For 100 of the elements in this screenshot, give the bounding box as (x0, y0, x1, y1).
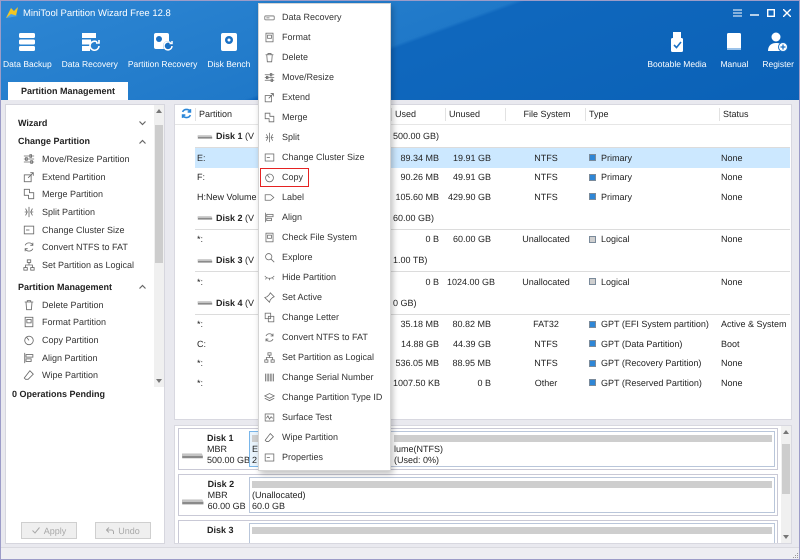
sliders-icon (264, 72, 275, 82)
maximize-icon[interactable] (767, 9, 775, 17)
sidebar-item[interactable]: Split Partition (18, 203, 154, 221)
menu-item[interactable]: Extend (260, 88, 316, 106)
table-cell-text: 500.00 GB) (392, 131, 440, 141)
menu-item[interactable]: Hide Partition (260, 268, 342, 286)
menu-item[interactable]: Delete (260, 48, 314, 66)
sidebar-item[interactable]: Move/Resize Partition (18, 150, 154, 168)
column-header[interactable]: Unused (445, 108, 505, 121)
table-cell-text: 44.39 GB (452, 338, 492, 349)
refresh-icon[interactable] (181, 108, 192, 119)
disk-icon (197, 214, 213, 221)
scrollbar[interactable] (154, 105, 164, 387)
tab[interactable]: Partition Management (8, 82, 128, 100)
sidebar-item[interactable]: Extend Partition (18, 168, 154, 186)
chevron-up-icon[interactable] (139, 284, 146, 290)
window-icon (264, 452, 275, 462)
scroll-up-icon[interactable] (783, 430, 789, 434)
menu-item[interactable]: Surface Test (260, 408, 338, 426)
menu-item[interactable]: Align (260, 208, 308, 226)
toolbar-button[interactable]: Data Recovery (62, 25, 118, 81)
menu-item[interactable]: Check File System (260, 228, 364, 246)
table-cell-text: Unallocated (521, 234, 571, 244)
menu-item[interactable]: Copy (260, 168, 310, 186)
scroll-down-icon[interactable] (156, 379, 162, 383)
partition-block[interactable]: (Unallocated) 60.0 GB (249, 477, 775, 513)
column-header[interactable]: File System (505, 108, 585, 121)
table-cell-text: *: (196, 234, 204, 244)
table-cell-text: None (720, 276, 744, 287)
menu-item[interactable]: Change Serial Number (260, 368, 380, 386)
toolbar-button[interactable]: Partition Recovery (128, 25, 198, 81)
table-cell: Logical (601, 276, 630, 287)
section-header[interactable]: Partition Management (18, 282, 112, 292)
disk-name: Disk 3 (207, 525, 235, 536)
menu-item[interactable]: Move/Resize (260, 68, 340, 86)
disk-label: Disk 3 (V (195, 255, 259, 265)
table-cell-text: None (720, 172, 744, 182)
toolbar-button[interactable]: Manual (720, 25, 748, 81)
menu-item[interactable]: Format (260, 28, 317, 46)
sidebar-item[interactable]: Format Partition (18, 314, 154, 332)
scroll-down-icon[interactable] (783, 535, 789, 539)
table-cell-text: 89.34 MB (399, 152, 440, 163)
table-cell: GPT (Recovery Partition) (601, 358, 702, 368)
sidebar-item[interactable]: Merge Partition (18, 185, 154, 204)
column-header[interactable]: Status (719, 108, 791, 121)
close-icon[interactable] (783, 9, 791, 17)
search-icon (264, 252, 275, 262)
table-cell-text: None (720, 234, 744, 244)
table-cell-text: 60.00 GB) (392, 212, 436, 222)
partition-text: (Unallocated) (252, 490, 306, 501)
chevron-up-icon[interactable] (139, 138, 146, 144)
table-cell-text: 429.90 GB (446, 192, 492, 202)
expand-icon (264, 92, 275, 102)
menu-item[interactable]: Merge (260, 108, 314, 126)
app-logo-icon (5, 6, 19, 20)
split-icon (264, 132, 275, 142)
menu-item[interactable]: Set Partition as Logical (260, 348, 380, 366)
menu-item[interactable]: Split (260, 128, 306, 146)
scroll-up-icon[interactable] (156, 109, 162, 113)
disk-label: Disk 2 (V (195, 212, 259, 222)
section-header[interactable]: Change Partition (18, 136, 90, 146)
sidebar-item[interactable]: Convert NTFS to FAT (18, 238, 154, 256)
table-cell-text: H:New Volume (196, 192, 258, 202)
menu-item[interactable]: Explore (260, 248, 319, 266)
menu-item[interactable]: Data Recovery (260, 8, 348, 26)
column-header[interactable]: Type (585, 108, 719, 121)
scrollbar[interactable] (781, 426, 791, 543)
sidebar-item[interactable]: Set Partition as Logical (18, 256, 154, 274)
toolbar-button[interactable]: Bootable Media (647, 25, 706, 81)
table-cell-text: None (720, 192, 744, 202)
section-header[interactable]: Wizard (18, 118, 48, 128)
sidebar-item[interactable]: Copy Partition (18, 331, 154, 349)
menu-item[interactable]: Change Partition Type ID (260, 388, 388, 406)
menu-item[interactable]: Convert NTFS to FAT (260, 328, 374, 346)
table-cell: GPT (EFI System partition) (601, 319, 709, 330)
disk-card[interactable]: Disk 2 MBR 60.00 GB (Unallocated) 60.0 GB (178, 474, 778, 516)
table-cell-text: 105.60 MB (394, 192, 440, 202)
sidebar-item[interactable]: Wipe Partition (18, 366, 154, 384)
menu-item[interactable]: Change Letter (260, 308, 346, 326)
sidebar-item[interactable]: Change Cluster Size (18, 220, 154, 238)
menu-item[interactable]: Label (260, 188, 310, 206)
table-cell-text: Boot (720, 338, 741, 349)
table-cell-text: 80.82 MB (451, 319, 492, 330)
sidebar-item[interactable]: Delete Partition (18, 296, 154, 314)
menu-icon[interactable] (733, 9, 742, 17)
window-icon (23, 224, 35, 236)
disk-style: MBR (207, 444, 228, 455)
toolbar-button[interactable]: Data Backup (3, 25, 52, 81)
table-cell: GPT (Reserved Partition) (601, 378, 702, 388)
table-cell: Logical (601, 234, 630, 244)
sidebar-item[interactable]: Align Partition (18, 348, 154, 367)
partition-text: lume(NTFS) (394, 444, 443, 455)
disk-name: Disk 1 (207, 433, 235, 444)
chevron-down-icon[interactable] (139, 120, 146, 126)
toolbar-button[interactable]: Register (762, 25, 794, 81)
toolbar-button[interactable]: Disk Bench (207, 25, 250, 81)
table-cell-text: NTFS (533, 172, 559, 182)
menu-item[interactable]: Set Active (260, 288, 328, 306)
menu-item[interactable]: Change Cluster Size (260, 148, 371, 166)
table-cell-text: 1.00 TB) (392, 255, 428, 265)
